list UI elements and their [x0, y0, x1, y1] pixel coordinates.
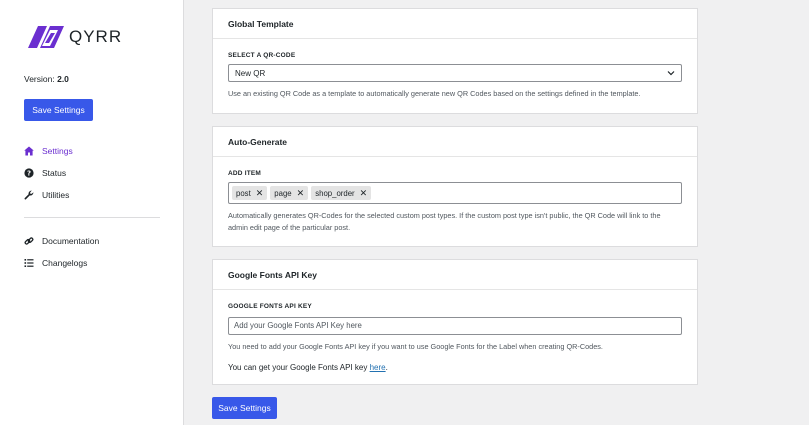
sidebar-item-label: Status — [42, 168, 67, 178]
sidebar: QYRR Version: 2.0 Save Settings Settings… — [0, 0, 184, 425]
google-fonts-api-key-input[interactable] — [228, 316, 682, 335]
secondary-nav: Documentation Changelogs — [24, 230, 164, 274]
brand-name: QYRR — [69, 27, 123, 46]
qr-code-select[interactable]: New QR — [228, 64, 682, 82]
card-title: Google Fonts API Key — [213, 260, 697, 290]
api-key-note-suffix: . — [385, 362, 388, 372]
google-fonts-card: Google Fonts API Key GOOGLE FONTS API KE… — [212, 259, 698, 385]
version-value: 2.0 — [57, 74, 69, 84]
version-info: Version: 2.0 — [24, 74, 69, 84]
list-icon — [24, 258, 42, 268]
primary-nav: Settings ? Status Utilities — [24, 140, 164, 206]
version-label: Version: — [24, 74, 55, 84]
qyrr-logo-icon — [28, 26, 64, 48]
auto-generate-card: Auto-Generate ADD ITEM post ✕ page ✕ sho… — [212, 126, 698, 247]
main-save-button[interactable]: Save Settings — [212, 397, 277, 419]
link-icon — [24, 236, 42, 246]
card-title: Auto-Generate — [213, 127, 697, 157]
field-description: Automatically generates QR-Codes for the… — [228, 211, 661, 232]
tag-label: post — [236, 188, 251, 198]
post-type-tag-input[interactable]: post ✕ page ✕ shop_order ✕ — [228, 182, 682, 204]
question-icon: ? — [24, 168, 42, 178]
sidebar-item-label: Changelogs — [42, 258, 88, 268]
sidebar-item-documentation[interactable]: Documentation — [24, 230, 164, 252]
api-key-link[interactable]: here — [370, 363, 386, 372]
home-icon — [24, 146, 42, 156]
sidebar-divider — [24, 217, 160, 218]
tag-item: shop_order ✕ — [311, 186, 372, 200]
sidebar-item-changelogs[interactable]: Changelogs — [24, 252, 164, 274]
chevron-down-icon — [667, 69, 675, 78]
sidebar-save-button[interactable]: Save Settings — [24, 99, 93, 121]
svg-text:?: ? — [27, 170, 31, 178]
tag-label: shop_order — [315, 188, 355, 198]
field-label: SELECT A QR-CODE — [228, 52, 296, 59]
field-label: ADD ITEM — [228, 170, 262, 177]
api-key-note-text: You can get your Google Fonts API key — [228, 362, 368, 372]
sidebar-item-label: Documentation — [42, 236, 100, 246]
tag-item: post ✕ — [232, 186, 268, 200]
tag-label: page — [274, 188, 292, 198]
brand-logo[interactable]: QYRR — [28, 26, 122, 48]
remove-tag-icon[interactable]: ✕ — [360, 188, 368, 199]
sidebar-item-label: Utilities — [42, 190, 70, 200]
field-description: Use an existing QR Code as a template to… — [228, 89, 641, 98]
sidebar-item-status[interactable]: ? Status — [24, 162, 164, 184]
remove-tag-icon[interactable]: ✕ — [297, 188, 305, 199]
card-title: Global Template — [213, 9, 697, 39]
sidebar-item-utilities[interactable]: Utilities — [24, 184, 164, 206]
field-description: You need to add your Google Fonts API ke… — [228, 341, 603, 351]
remove-tag-icon[interactable]: ✕ — [256, 188, 264, 199]
sidebar-item-label: Settings — [42, 146, 73, 156]
sidebar-item-settings[interactable]: Settings — [24, 140, 164, 162]
global-template-card: Global Template SELECT A QR-CODE New QR … — [212, 8, 698, 114]
wrench-icon — [24, 190, 42, 200]
api-key-note: You can get your Google Fonts API key he… — [228, 363, 682, 372]
qr-code-select-value: New QR — [235, 68, 266, 78]
field-label: GOOGLE FONTS API KEY — [228, 303, 312, 310]
tag-item: page ✕ — [270, 186, 309, 200]
